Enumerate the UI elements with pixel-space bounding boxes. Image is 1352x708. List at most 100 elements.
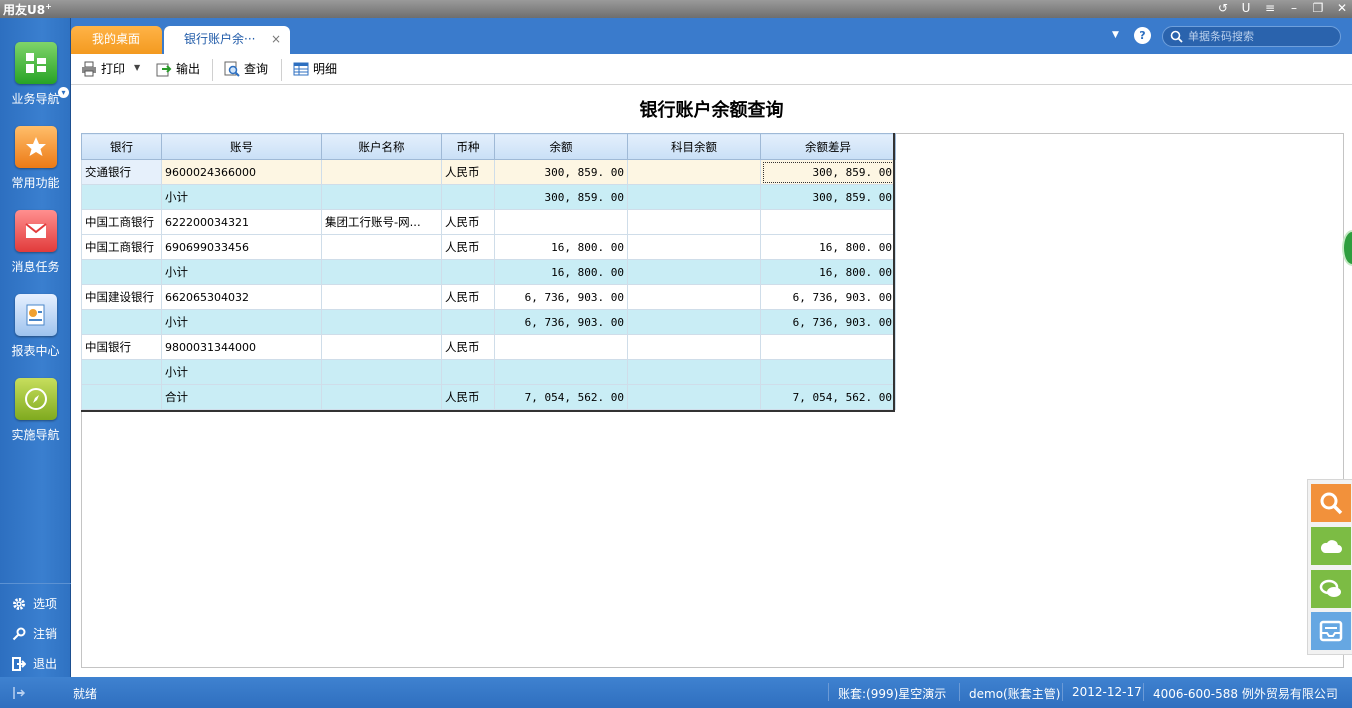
column-header[interactable]: 科目余额 xyxy=(627,133,761,160)
cell-account[interactable]: 小计 xyxy=(161,259,322,285)
table-row[interactable]: 小计 xyxy=(81,359,896,385)
sidebar-item-favorites[interactable]: 常用功能 xyxy=(0,126,71,191)
cell-bank[interactable]: 中国建设银行 xyxy=(81,284,162,310)
float-message-button[interactable] xyxy=(1311,612,1351,650)
cell-account-name[interactable] xyxy=(321,234,442,260)
cell-account-name[interactable] xyxy=(321,259,442,285)
cell-difference[interactable]: 6, 736, 903. 00 xyxy=(760,284,896,310)
table-row-total[interactable]: 合计 人民币 7, 054, 562. 00 7, 054, 562. 00 xyxy=(81,384,896,410)
cell-account[interactable]: 合计 xyxy=(161,384,322,410)
chevron-down-icon[interactable]: ▾ xyxy=(58,87,69,98)
minimize-button[interactable]: – xyxy=(1283,0,1305,18)
tab-bank-balance[interactable]: 银行账户余··· × xyxy=(164,26,290,54)
cell-subject-balance[interactable] xyxy=(627,209,761,235)
cell-difference[interactable]: 16, 800. 00 xyxy=(760,234,896,260)
sidebar-item-messages[interactable]: 消息任务 xyxy=(0,210,71,275)
cell-bank[interactable]: 中国工商银行 xyxy=(81,209,162,235)
exit-button[interactable]: 退出 xyxy=(0,654,71,674)
cell-account-name[interactable]: 集团工行账号-网... xyxy=(321,209,442,235)
float-search-button[interactable] xyxy=(1311,484,1351,522)
float-chat-button[interactable] xyxy=(1311,570,1351,608)
collapse-icon[interactable] xyxy=(12,686,26,700)
table-row[interactable]: 中国工商银行 690699033456 人民币 16, 800. 00 16, … xyxy=(81,234,896,260)
cell-difference[interactable]: 300, 859. 00 xyxy=(760,159,896,185)
column-header[interactable]: 余额差异 xyxy=(760,133,896,160)
cell-currency[interactable]: 人民币 xyxy=(441,209,495,235)
cell-account[interactable]: 9600024366000 xyxy=(161,159,322,185)
query-button[interactable]: 查询 xyxy=(224,60,268,78)
cell-currency[interactable]: 人民币 xyxy=(441,384,495,410)
table-row[interactable]: 中国银行 9800031344000 人民币 xyxy=(81,334,896,360)
tab-my-desktop[interactable]: 我的桌面 xyxy=(71,26,162,54)
cell-currency[interactable] xyxy=(441,309,495,335)
cell-account[interactable]: 9800031344000 xyxy=(161,334,322,360)
search-input[interactable] xyxy=(1188,29,1336,44)
cell-subject-balance[interactable] xyxy=(627,159,761,185)
cell-balance[interactable] xyxy=(494,359,628,385)
logout-button[interactable]: 注销 xyxy=(0,624,71,644)
cell-difference[interactable]: 6, 736, 903. 00 xyxy=(760,309,896,335)
column-header[interactable]: 余额 xyxy=(494,133,628,160)
table-row[interactable]: 交通银行 9600024366000 人民币 300, 859. 00 300,… xyxy=(81,159,896,185)
close-icon[interactable]: × xyxy=(271,26,281,52)
float-cloud-button[interactable] xyxy=(1311,527,1351,565)
chevron-down-icon[interactable]: ▼ xyxy=(134,63,140,72)
sidebar-item-reports[interactable]: 报表中心 xyxy=(0,294,71,359)
cell-balance[interactable]: 300, 859. 00 xyxy=(494,159,628,185)
cell-balance[interactable] xyxy=(494,334,628,360)
cell-subject-balance[interactable] xyxy=(627,184,761,210)
cell-account-name[interactable] xyxy=(321,309,442,335)
cell-difference[interactable] xyxy=(760,209,896,235)
chevron-down-icon[interactable]: ▼ xyxy=(1112,30,1119,40)
table-row[interactable]: 小计 16, 800. 00 16, 800. 00 xyxy=(81,259,896,285)
cell-bank[interactable]: 中国银行 xyxy=(81,334,162,360)
cell-subject-balance[interactable] xyxy=(627,259,761,285)
cell-account[interactable]: 小计 xyxy=(161,184,322,210)
cell-account-name[interactable] xyxy=(321,334,442,360)
cell-balance[interactable] xyxy=(494,209,628,235)
table-row[interactable]: 中国工商银行 622200034321 集团工行账号-网... 人民币 xyxy=(81,209,896,235)
cell-subject-balance[interactable] xyxy=(627,384,761,410)
table-row[interactable]: 中国建设银行 662065304032 人民币 6, 736, 903. 00 … xyxy=(81,284,896,310)
cell-bank[interactable] xyxy=(81,259,162,285)
u8-menu-icon[interactable]: U xyxy=(1235,0,1257,18)
export-button[interactable]: 输出 xyxy=(156,60,200,78)
table-row[interactable]: 小计 6, 736, 903. 00 6, 736, 903. 00 xyxy=(81,309,896,335)
cell-balance[interactable]: 16, 800. 00 xyxy=(494,259,628,285)
restore-button[interactable]: ❐ xyxy=(1307,0,1329,18)
cell-account-name[interactable] xyxy=(321,159,442,185)
cell-bank[interactable] xyxy=(81,309,162,335)
cell-account[interactable]: 690699033456 xyxy=(161,234,322,260)
cell-difference[interactable] xyxy=(760,359,896,385)
cell-bank[interactable] xyxy=(81,384,162,410)
cell-balance[interactable]: 16, 800. 00 xyxy=(494,234,628,260)
cell-currency[interactable] xyxy=(441,259,495,285)
help-icon[interactable]: ? xyxy=(1134,27,1151,44)
cell-account[interactable]: 622200034321 xyxy=(161,209,322,235)
cell-subject-balance[interactable] xyxy=(627,309,761,335)
cell-account-name[interactable] xyxy=(321,384,442,410)
cell-currency[interactable]: 人民币 xyxy=(441,234,495,260)
cell-account[interactable]: 小计 xyxy=(161,309,322,335)
column-header[interactable]: 账户名称 xyxy=(321,133,442,160)
cell-bank[interactable]: 交通银行 xyxy=(81,159,162,185)
close-button[interactable]: ✕ xyxy=(1331,0,1352,18)
sidebar-item-implementation[interactable]: 实施导航 xyxy=(0,378,71,443)
cell-bank[interactable] xyxy=(81,184,162,210)
column-header[interactable]: 银行 xyxy=(81,133,162,160)
cell-subject-balance[interactable] xyxy=(627,334,761,360)
cell-balance[interactable]: 6, 736, 903. 00 xyxy=(494,309,628,335)
cell-subject-balance[interactable] xyxy=(627,359,761,385)
options-button[interactable]: 选项 xyxy=(0,594,71,614)
cell-account-name[interactable] xyxy=(321,284,442,310)
cell-currency[interactable]: 人民币 xyxy=(441,284,495,310)
cell-bank[interactable]: 中国工商银行 xyxy=(81,234,162,260)
table-row[interactable]: 小计 300, 859. 00 300, 859. 00 xyxy=(81,184,896,210)
detail-button[interactable]: 明细 xyxy=(293,60,337,78)
cell-account-name[interactable] xyxy=(321,359,442,385)
cell-difference[interactable] xyxy=(760,334,896,360)
cell-bank[interactable] xyxy=(81,359,162,385)
cell-balance[interactable]: 6, 736, 903. 00 xyxy=(494,284,628,310)
print-button[interactable]: 打印 xyxy=(81,60,125,78)
cell-subject-balance[interactable] xyxy=(627,284,761,310)
